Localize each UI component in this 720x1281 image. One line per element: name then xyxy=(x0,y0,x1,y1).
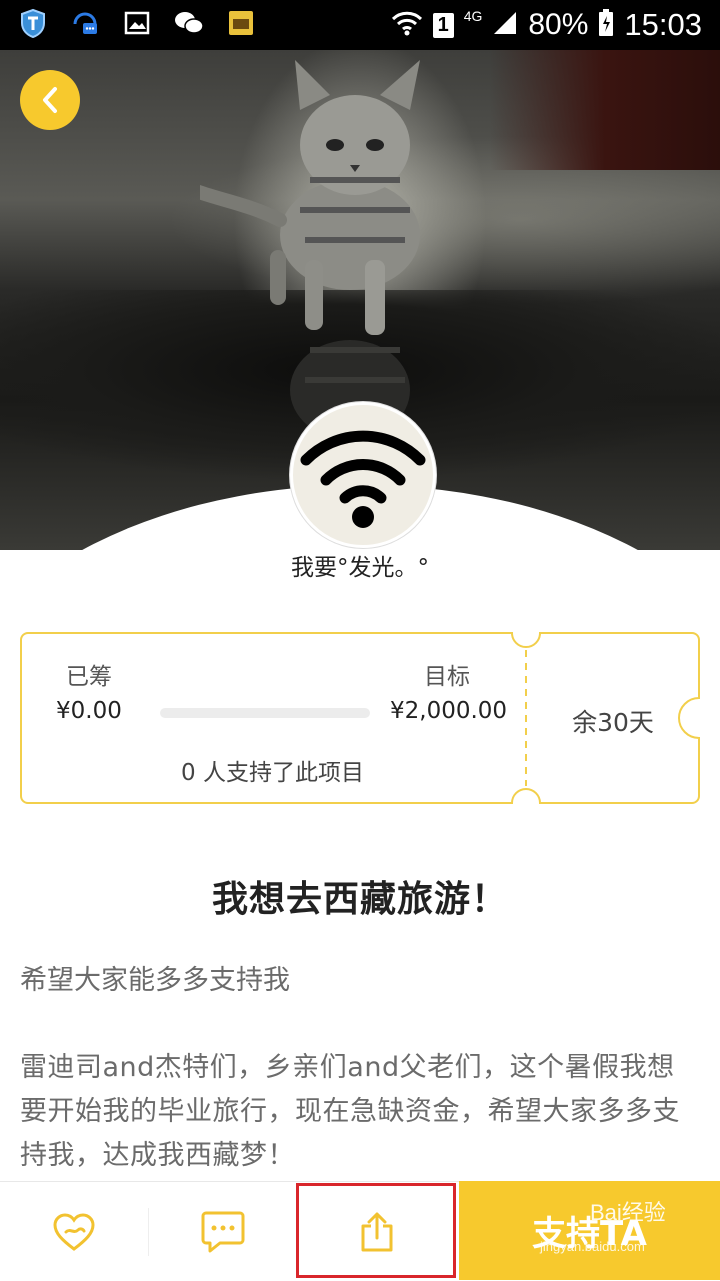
project-summary: 希望大家能多多支持我 xyxy=(20,965,290,996)
goal-amount: ¥2,000.00 xyxy=(390,698,508,724)
image-icon xyxy=(122,8,152,38)
raised-amount: ¥0.00 xyxy=(56,698,122,724)
app-notification-icon xyxy=(226,8,256,38)
baidu-watermark: Bai经验 jingyan.baidu.com xyxy=(540,1195,666,1254)
heart-icon xyxy=(53,1212,95,1251)
back-button[interactable] xyxy=(20,70,80,130)
project-description: 雷迪司and杰特们，乡亲们and父老们，这个暑假我想要开始我的毕业旅行，现在急缺… xyxy=(20,1052,680,1171)
project-title: 我想去西藏旅游！ xyxy=(211,879,508,920)
wifi-icon xyxy=(300,430,426,528)
supporters-count: 0 人支持了此项目 xyxy=(181,760,364,786)
raised-label: 已筹 xyxy=(66,664,112,690)
wifi-status-icon xyxy=(391,9,423,42)
shield-icon xyxy=(18,8,48,38)
sim-indicator: 1 xyxy=(432,12,454,38)
days-remaining: 余30天 xyxy=(572,708,654,737)
signal-icon xyxy=(492,10,518,41)
network-type: 4G xyxy=(463,8,483,24)
headset-chat-icon xyxy=(70,8,100,38)
status-bar: 1 4G 80% 15:03 xyxy=(0,0,720,50)
clock: 15:03 xyxy=(624,7,702,42)
avatar[interactable] xyxy=(290,402,436,548)
funding-progress-bar xyxy=(160,708,370,718)
share-highlight-box xyxy=(296,1183,456,1278)
like-button[interactable] xyxy=(0,1182,148,1281)
battery-percent: 80% xyxy=(528,8,589,41)
comment-button[interactable] xyxy=(149,1182,297,1281)
chevron-left-icon xyxy=(43,87,57,113)
battery-icon xyxy=(598,8,614,42)
wechat-icon xyxy=(174,8,204,38)
goal-label: 目标 xyxy=(424,664,470,690)
watermark-url: jingyan.baidu.com xyxy=(540,1239,645,1254)
watermark-text: Bai经验 xyxy=(590,1200,666,1225)
comment-icon xyxy=(201,1211,245,1252)
owner-name: 我要°发光。° xyxy=(291,555,429,581)
